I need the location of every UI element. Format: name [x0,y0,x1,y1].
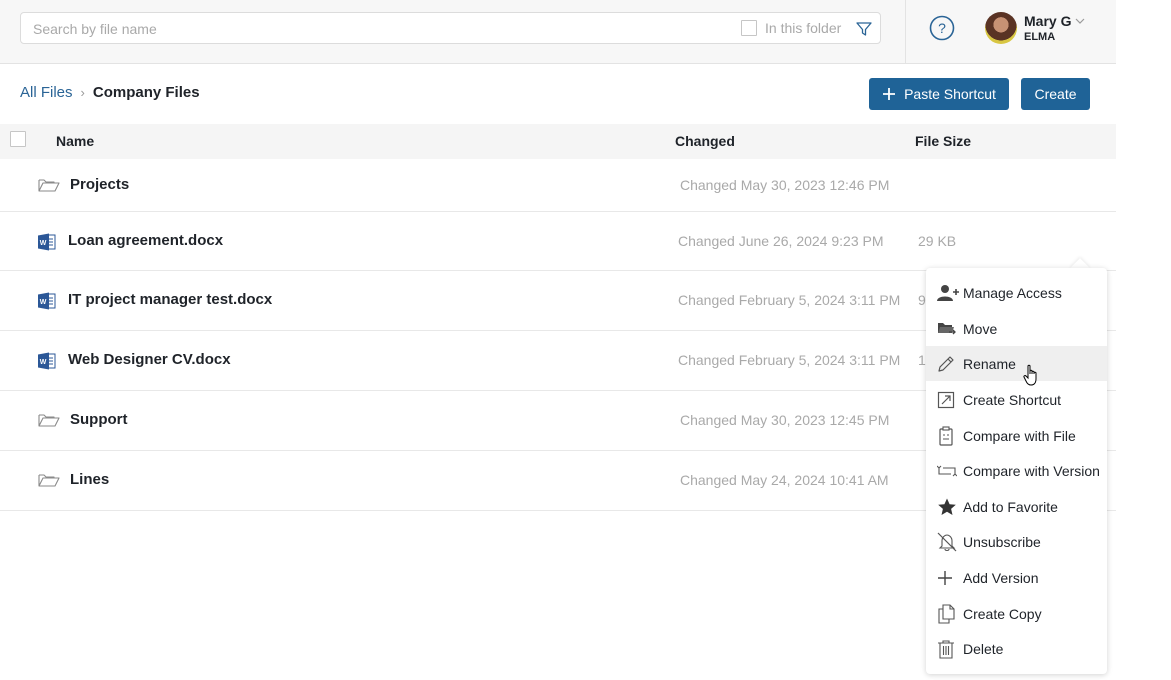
svg-text:W: W [40,299,47,306]
user-name: Mary G [1024,13,1072,29]
menu-item-add-version[interactable]: Add Version [926,560,1107,595]
file-name[interactable]: Web Designer CV.docx [68,351,231,368]
top-bar: In this folder ? Mary G ELMA [0,0,1116,64]
menu-item-label: Compare with File [963,427,1076,444]
select-all-checkbox[interactable] [10,131,26,147]
breadcrumb: All Files › Company Files [20,84,200,101]
menu-item-compare-with-file[interactable]: Compare with File [926,418,1107,453]
menu-item-label: Add to Favorite [963,498,1058,515]
copy-icon [937,603,961,624]
filter-icon[interactable] [855,20,873,38]
in-this-folder-toggle[interactable]: In this folder [741,20,841,36]
user-plus-icon [937,283,961,303]
search-box: In this folder [20,12,881,44]
file-name[interactable]: Lines [70,471,109,488]
column-header-size[interactable]: File Size [915,133,971,149]
user-org: ELMA [1024,31,1056,43]
table-header: Name Changed File Size [0,124,1116,159]
avatar[interactable] [985,12,1017,44]
menu-item-compare-with-version[interactable]: Compare with Version [926,453,1107,488]
word-document-icon: W [38,292,58,310]
svg-text:W: W [40,359,47,366]
menu-item-delete[interactable]: Delete [926,631,1107,666]
folder-icon [38,177,60,195]
star-icon [937,497,961,517]
menu-item-rename[interactable]: Rename [926,346,1107,381]
menu-item-create-shortcut[interactable]: Create Shortcut [926,382,1107,417]
clipboard-icon [937,425,961,446]
menu-item-label: Add Version [963,569,1039,586]
menu-item-label: Rename [963,355,1016,372]
bell-off-icon [937,532,961,552]
menu-item-label: Create Shortcut [963,391,1062,408]
menu-item-label: Manage Access [963,284,1062,301]
paste-shortcut-label: Paste Shortcut [904,86,996,102]
menu-item-label: Unsubscribe [963,533,1041,550]
menu-item-label: Move [963,320,998,337]
changed-date: Changed February 5, 2024 3:11 PM [678,352,901,368]
menu-item-manage-access[interactable]: Manage Access [926,275,1107,310]
menu-item-create-copy[interactable]: Create Copy [926,596,1107,631]
compare-arrows-icon [937,461,961,481]
breadcrumb-all-files[interactable]: All Files [20,84,73,101]
folder-icon [38,472,60,490]
file-size: 9 [918,292,926,308]
pencil-icon [937,354,961,374]
column-header-changed[interactable]: Changed [675,133,735,149]
svg-text:?: ? [938,20,946,36]
menu-item-label: Create Copy [963,605,1042,622]
word-document-icon: W [38,352,58,370]
changed-date: Changed May 30, 2023 12:45 PM [680,412,890,428]
in-this-folder-label: In this folder [765,20,842,36]
chevron-down-icon [1076,18,1085,24]
file-name[interactable]: Projects [70,176,129,193]
shortcut-arrow-icon [937,390,961,410]
file-name[interactable]: Loan agreement.docx [68,232,223,249]
menu-item-add-to-favorite[interactable]: Add to Favorite [926,489,1107,524]
breadcrumb-current: Company Files [92,84,200,101]
file-name[interactable]: IT project manager test.docx [68,291,272,308]
word-document-icon: W [38,233,58,251]
plus-icon [937,568,961,588]
search-input[interactable] [33,19,713,39]
table-row[interactable]: W Loan agreement.docx Changed June 26, 202… [0,212,1116,271]
menu-item-label: Compare with Version [963,462,1100,479]
trash-icon [937,639,961,659]
changed-date: Changed May 30, 2023 12:46 PM [680,176,890,193]
in-this-folder-checkbox[interactable] [741,20,757,36]
breadcrumb-separator-icon: › [80,85,85,100]
changed-date: Changed June 26, 2024 9:23 PM [678,232,884,249]
folder-move-icon [937,319,961,339]
menu-item-move[interactable]: Move [926,311,1107,346]
user-menu[interactable]: Mary G [1024,13,1085,29]
column-header-name[interactable]: Name [56,133,94,149]
svg-text:W: W [40,240,47,247]
hand-cursor-icon [1023,364,1037,386]
paste-shortcut-button[interactable]: Paste Shortcut [869,78,1009,110]
divider [905,0,906,64]
context-menu: Manage Access Move Rename Create Shortcut Co… [926,268,1107,674]
file-size: 1 [918,352,926,368]
changed-date: Changed May 24, 2024 10:41 AM [680,472,889,488]
file-size: 29 KB [918,232,957,249]
menu-item-unsubscribe[interactable]: Unsubscribe [926,524,1107,559]
create-button[interactable]: Create [1021,78,1090,110]
table-row[interactable]: Projects Changed May 30, 2023 12:46 PM [0,159,1116,212]
changed-date: Changed February 5, 2024 3:11 PM [678,292,901,308]
plus-icon [883,88,896,100]
file-name[interactable]: Support [70,411,128,428]
help-icon[interactable]: ? [929,15,955,41]
folder-icon [38,412,60,430]
menu-item-label: Delete [963,640,1004,657]
